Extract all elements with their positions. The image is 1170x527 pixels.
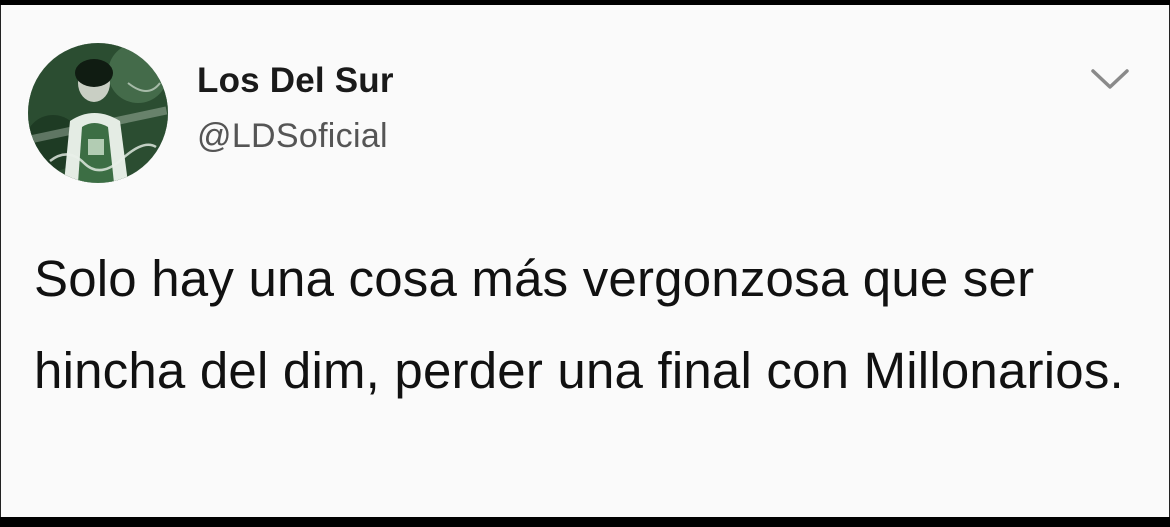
tweet-body-text: Solo hay una cosa más vergonzosa que ser… [34,250,1124,399]
tweet-card: Los Del Sur @LDSoficial Solo hay una cos… [0,5,1170,517]
author-avatar[interactable] [28,43,168,183]
author-display-name[interactable]: Los Del Sur [197,61,394,101]
avatar-image [28,43,168,183]
tweet-menu-button[interactable] [1087,63,1133,95]
author-handle[interactable]: @LDSoficial [197,117,388,156]
chevron-down-icon [1091,69,1129,89]
